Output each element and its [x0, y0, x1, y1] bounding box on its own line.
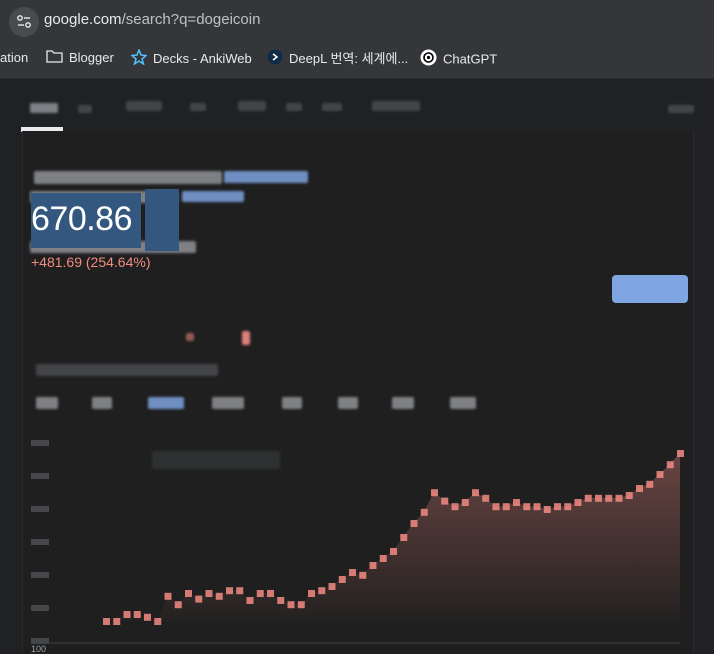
chart-point — [287, 601, 295, 609]
chart-point — [543, 506, 551, 513]
site-info-icon[interactable] — [9, 7, 39, 37]
chart-point — [308, 590, 315, 597]
chart-point — [369, 562, 377, 569]
chart-point — [615, 494, 623, 502]
chart-point — [123, 611, 131, 618]
chart-point — [564, 503, 572, 511]
chart-point — [256, 590, 264, 597]
chart-point — [103, 618, 110, 625]
chart-point — [502, 503, 510, 511]
url-path: /search?q=dogeicoin — [121, 11, 261, 28]
chart-point — [359, 571, 367, 579]
bookmark-label: DeepL 번역: 세계에... — [289, 50, 409, 66]
chart-point — [267, 590, 274, 597]
chart-point — [400, 534, 408, 541]
chart-point — [185, 590, 192, 597]
chart-point — [174, 601, 182, 609]
chart-point — [595, 494, 602, 502]
price-highlight-ext — [145, 189, 179, 251]
chart-point — [349, 569, 356, 576]
chart-point — [338, 576, 346, 583]
bookmarks-bar: ation Blogger Decks - AnkiWeb DeepL 번역: … — [0, 40, 714, 79]
chart-point — [133, 611, 141, 618]
y-axis-tick — [31, 539, 49, 545]
chart-point — [226, 587, 233, 595]
search-results-page: 100 — [0, 79, 714, 654]
address-bar[interactable]: google.com/search?q=dogeicoin — [0, 0, 714, 40]
bookmark-blogger[interactable]: Blogger — [46, 49, 114, 67]
price-chart[interactable] — [0, 79, 714, 653]
chart-point — [410, 520, 418, 527]
bookmark-label: Blogger — [69, 50, 114, 65]
deepl-icon — [267, 49, 283, 70]
chart-point — [523, 503, 531, 511]
bookmark-ankiweb[interactable]: Decks - AnkiWeb — [130, 47, 252, 70]
bookmark-partial[interactable]: ation — [0, 49, 28, 67]
chart-point — [472, 489, 479, 497]
chart-point — [513, 499, 520, 506]
chart-point — [205, 590, 213, 597]
chart-point — [656, 471, 664, 478]
chart-point — [297, 601, 305, 609]
chart-point — [492, 503, 500, 511]
chart-point — [677, 450, 684, 457]
current-price: 670.86 — [31, 200, 133, 238]
y-axis-tick — [31, 506, 49, 512]
url-text[interactable]: google.com/search?q=dogeicoin — [44, 11, 260, 28]
bookmark-label: ation — [0, 50, 29, 65]
chart-point — [646, 480, 654, 488]
chart-point — [144, 613, 151, 621]
chatgpt-icon — [420, 49, 437, 71]
chart-area — [106, 453, 680, 621]
y-axis-tick — [31, 473, 49, 479]
chart-point — [164, 592, 172, 600]
chart-point — [482, 494, 490, 502]
bookmark-chatgpt[interactable]: ChatGPT — [420, 49, 497, 67]
folder-icon — [46, 49, 63, 68]
y-axis-tick — [31, 440, 49, 446]
chart-point — [461, 499, 469, 506]
price-change: +481.69 (254.64%) — [31, 254, 151, 270]
change-marker — [186, 333, 194, 341]
chart-point — [328, 583, 336, 590]
chart-point — [379, 555, 387, 562]
chart-point — [574, 499, 582, 506]
chart-point — [533, 503, 541, 511]
chart-point — [636, 485, 643, 492]
chart-point — [277, 597, 285, 604]
chart-point — [154, 618, 162, 625]
chart-point — [554, 503, 561, 511]
anki-star-icon — [130, 47, 148, 70]
chart-point — [246, 597, 254, 604]
url-domain: google.com — [44, 11, 122, 28]
bookmark-label: Decks - AnkiWeb — [153, 50, 252, 66]
chart-point — [441, 497, 449, 505]
y-axis-tick — [31, 572, 49, 578]
bookmark-label: ChatGPT — [443, 51, 498, 67]
chart-point — [451, 503, 459, 511]
chart-point — [605, 494, 613, 502]
chart-point — [318, 587, 326, 595]
y-axis-tick — [31, 605, 49, 611]
chart-point — [113, 618, 121, 625]
chart-point — [195, 595, 203, 603]
change-marker — [242, 331, 250, 345]
chart-point — [584, 494, 592, 502]
bookmark-deepl[interactable]: DeepL 번역: 세계에... — [267, 49, 408, 67]
chart-point — [215, 592, 223, 600]
chart-point — [431, 489, 438, 497]
chart-point — [236, 587, 244, 595]
chart-point — [390, 548, 397, 555]
chart-point — [625, 492, 633, 499]
chart-point — [420, 508, 428, 516]
chart-point — [666, 461, 674, 469]
